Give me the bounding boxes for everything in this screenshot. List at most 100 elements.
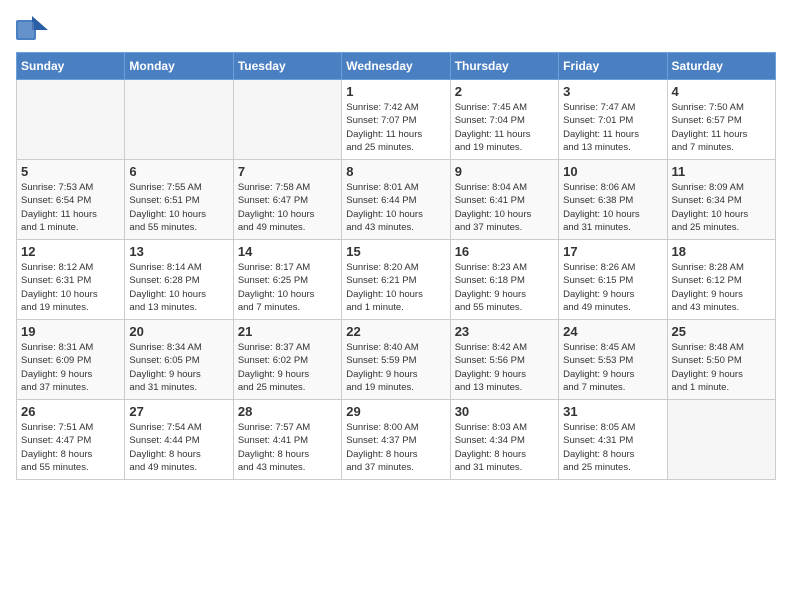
day-info: Sunrise: 8:00 AM Sunset: 4:37 PM Dayligh… [346,421,445,474]
day-number: 16 [455,244,554,259]
day-info: Sunrise: 7:42 AM Sunset: 7:07 PM Dayligh… [346,101,445,154]
day-info: Sunrise: 8:04 AM Sunset: 6:41 PM Dayligh… [455,181,554,234]
calendar-header-row: SundayMondayTuesdayWednesdayThursdayFrid… [17,53,776,80]
calendar-table: SundayMondayTuesdayWednesdayThursdayFrid… [16,52,776,480]
day-number: 20 [129,324,228,339]
day-number: 30 [455,404,554,419]
day-number: 7 [238,164,337,179]
day-info: Sunrise: 7:54 AM Sunset: 4:44 PM Dayligh… [129,421,228,474]
day-number: 18 [672,244,771,259]
day-number: 21 [238,324,337,339]
day-info: Sunrise: 8:09 AM Sunset: 6:34 PM Dayligh… [672,181,771,234]
calendar-cell: 8 Sunrise: 8:01 AM Sunset: 6:44 PM Daylig… [342,160,450,240]
day-number: 6 [129,164,228,179]
day-info: Sunrise: 8:28 AM Sunset: 6:12 PM Dayligh… [672,261,771,314]
day-info: Sunrise: 8:06 AM Sunset: 6:38 PM Dayligh… [563,181,662,234]
day-number: 8 [346,164,445,179]
day-info: Sunrise: 8:37 AM Sunset: 6:02 PM Dayligh… [238,341,337,394]
calendar-cell: 7 Sunrise: 7:58 AM Sunset: 6:47 PM Daylig… [233,160,341,240]
calendar-cell: 24Sunrise: 8:45 AM Sunset: 5:53 PM Dayli… [559,320,667,400]
day-number: 9 [455,164,554,179]
day-info: Sunrise: 7:57 AM Sunset: 4:41 PM Dayligh… [238,421,337,474]
logo [16,16,52,44]
calendar-week-row: 1 Sunrise: 7:42 AM Sunset: 7:07 PM Daylig… [17,80,776,160]
day-of-week-header: Wednesday [342,53,450,80]
calendar-cell: 11Sunrise: 8:09 AM Sunset: 6:34 PM Dayli… [667,160,775,240]
day-number: 22 [346,324,445,339]
calendar-cell: 12 Sunrise: 8:12 AM Sunset: 6:31 PM Dayli… [17,240,125,320]
calendar-cell: 5Sunrise: 7:53 AM Sunset: 6:54 PM Daylig… [17,160,125,240]
calendar-week-row: 26 Sunrise: 7:51 AM Sunset: 4:47 PM Dayli… [17,400,776,480]
calendar-cell: 31Sunrise: 8:05 AM Sunset: 4:31 PM Dayli… [559,400,667,480]
day-info: Sunrise: 8:17 AM Sunset: 6:25 PM Dayligh… [238,261,337,314]
calendar-week-row: 5Sunrise: 7:53 AM Sunset: 6:54 PM Daylig… [17,160,776,240]
day-number: 25 [672,324,771,339]
calendar-cell: 27 Sunrise: 7:54 AM Sunset: 4:44 PM Dayli… [125,400,233,480]
day-of-week-header: Thursday [450,53,558,80]
day-of-week-header: Tuesday [233,53,341,80]
calendar-week-row: 19Sunrise: 8:31 AM Sunset: 6:09 PM Dayli… [17,320,776,400]
calendar-cell [667,400,775,480]
calendar-cell [233,80,341,160]
calendar-cell: 28 Sunrise: 7:57 AM Sunset: 4:41 PM Dayli… [233,400,341,480]
calendar-cell: 10 Sunrise: 8:06 AM Sunset: 6:38 PM Dayli… [559,160,667,240]
day-number: 27 [129,404,228,419]
day-info: Sunrise: 7:58 AM Sunset: 6:47 PM Dayligh… [238,181,337,234]
day-number: 19 [21,324,120,339]
day-number: 26 [21,404,120,419]
day-info: Sunrise: 8:05 AM Sunset: 4:31 PM Dayligh… [563,421,662,474]
day-info: Sunrise: 7:53 AM Sunset: 6:54 PM Dayligh… [21,181,120,234]
calendar-cell [125,80,233,160]
calendar-week-row: 12 Sunrise: 8:12 AM Sunset: 6:31 PM Dayli… [17,240,776,320]
day-number: 23 [455,324,554,339]
calendar-cell: 29 Sunrise: 8:00 AM Sunset: 4:37 PM Dayli… [342,400,450,480]
calendar-cell [17,80,125,160]
day-number: 10 [563,164,662,179]
calendar-cell: 17Sunrise: 8:26 AM Sunset: 6:15 PM Dayli… [559,240,667,320]
day-info: Sunrise: 7:50 AM Sunset: 6:57 PM Dayligh… [672,101,771,154]
day-info: Sunrise: 7:47 AM Sunset: 7:01 PM Dayligh… [563,101,662,154]
calendar-cell: 19Sunrise: 8:31 AM Sunset: 6:09 PM Dayli… [17,320,125,400]
calendar-cell: 9 Sunrise: 8:04 AM Sunset: 6:41 PM Daylig… [450,160,558,240]
day-info: Sunrise: 8:03 AM Sunset: 4:34 PM Dayligh… [455,421,554,474]
day-info: Sunrise: 8:40 AM Sunset: 5:59 PM Dayligh… [346,341,445,394]
page-header [16,16,776,44]
day-number: 4 [672,84,771,99]
calendar-cell: 26 Sunrise: 7:51 AM Sunset: 4:47 PM Dayli… [17,400,125,480]
day-info: Sunrise: 8:34 AM Sunset: 6:05 PM Dayligh… [129,341,228,394]
calendar-cell: 3 Sunrise: 7:47 AM Sunset: 7:01 PM Daylig… [559,80,667,160]
day-number: 3 [563,84,662,99]
calendar-cell: 15Sunrise: 8:20 AM Sunset: 6:21 PM Dayli… [342,240,450,320]
calendar-cell: 2Sunrise: 7:45 AM Sunset: 7:04 PM Daylig… [450,80,558,160]
logo-icon [16,16,48,44]
day-number: 29 [346,404,445,419]
day-number: 17 [563,244,662,259]
calendar-cell: 25 Sunrise: 8:48 AM Sunset: 5:50 PM Dayli… [667,320,775,400]
day-number: 13 [129,244,228,259]
day-number: 28 [238,404,337,419]
day-of-week-header: Sunday [17,53,125,80]
calendar-cell: 18 Sunrise: 8:28 AM Sunset: 6:12 PM Dayli… [667,240,775,320]
day-number: 12 [21,244,120,259]
calendar-cell: 14 Sunrise: 8:17 AM Sunset: 6:25 PM Dayli… [233,240,341,320]
calendar-cell: 6Sunrise: 7:55 AM Sunset: 6:51 PM Daylig… [125,160,233,240]
day-info: Sunrise: 8:14 AM Sunset: 6:28 PM Dayligh… [129,261,228,314]
day-of-week-header: Monday [125,53,233,80]
calendar-cell: 30 Sunrise: 8:03 AM Sunset: 4:34 PM Dayli… [450,400,558,480]
day-number: 1 [346,84,445,99]
day-info: Sunrise: 8:45 AM Sunset: 5:53 PM Dayligh… [563,341,662,394]
day-of-week-header: Friday [559,53,667,80]
day-info: Sunrise: 8:12 AM Sunset: 6:31 PM Dayligh… [21,261,120,314]
day-info: Sunrise: 7:51 AM Sunset: 4:47 PM Dayligh… [21,421,120,474]
day-info: Sunrise: 8:01 AM Sunset: 6:44 PM Dayligh… [346,181,445,234]
calendar-cell: 1 Sunrise: 7:42 AM Sunset: 7:07 PM Daylig… [342,80,450,160]
day-info: Sunrise: 7:45 AM Sunset: 7:04 PM Dayligh… [455,101,554,154]
day-number: 14 [238,244,337,259]
day-info: Sunrise: 8:42 AM Sunset: 5:56 PM Dayligh… [455,341,554,394]
day-info: Sunrise: 8:20 AM Sunset: 6:21 PM Dayligh… [346,261,445,314]
day-info: Sunrise: 8:48 AM Sunset: 5:50 PM Dayligh… [672,341,771,394]
calendar-cell: 23 Sunrise: 8:42 AM Sunset: 5:56 PM Dayli… [450,320,558,400]
calendar-cell: 22 Sunrise: 8:40 AM Sunset: 5:59 PM Dayli… [342,320,450,400]
day-info: Sunrise: 8:23 AM Sunset: 6:18 PM Dayligh… [455,261,554,314]
day-of-week-header: Saturday [667,53,775,80]
